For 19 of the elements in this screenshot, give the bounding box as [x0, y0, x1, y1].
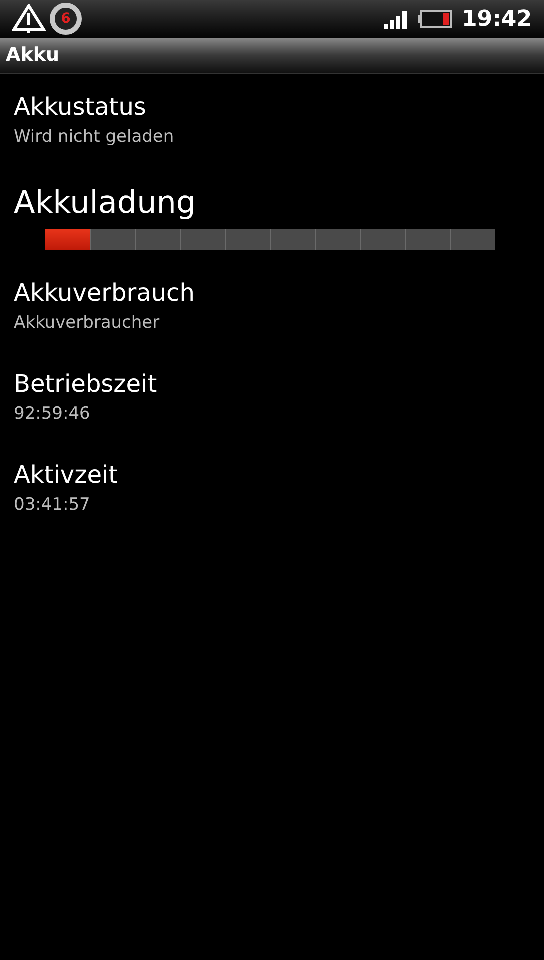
clock-time: 19:42	[462, 6, 532, 34]
item-title: Aktivzeit	[14, 460, 120, 491]
item-title: Akkuverbrauch	[14, 278, 196, 309]
settings-item[interactable]: Aktivzeit 03:41:57	[14, 458, 530, 549]
window-title: Akku	[6, 43, 60, 68]
settings-item[interactable]: Akkustatus Wird nicht geladen	[14, 90, 530, 181]
signal-icon	[384, 9, 410, 29]
section-heading: Akkuladung	[14, 184, 198, 223]
item-summary: 03:41:57	[14, 494, 92, 517]
settings-item[interactable]: Betriebszeit 92:59:46	[14, 367, 530, 458]
item-summary: Akkuverbraucher	[14, 312, 161, 335]
warning-icon	[12, 4, 46, 34]
item-title: Akkustatus	[14, 92, 148, 123]
item-summary: 92:59:46	[14, 403, 92, 426]
notification-badge: 6	[50, 3, 82, 35]
item-summary: Wird nicht geladen	[14, 126, 176, 149]
battery-icon	[418, 10, 452, 28]
item-title: Betriebszeit	[14, 369, 158, 400]
settings-item[interactable]: Akkuverbrauch Akkuverbraucher	[14, 276, 530, 367]
